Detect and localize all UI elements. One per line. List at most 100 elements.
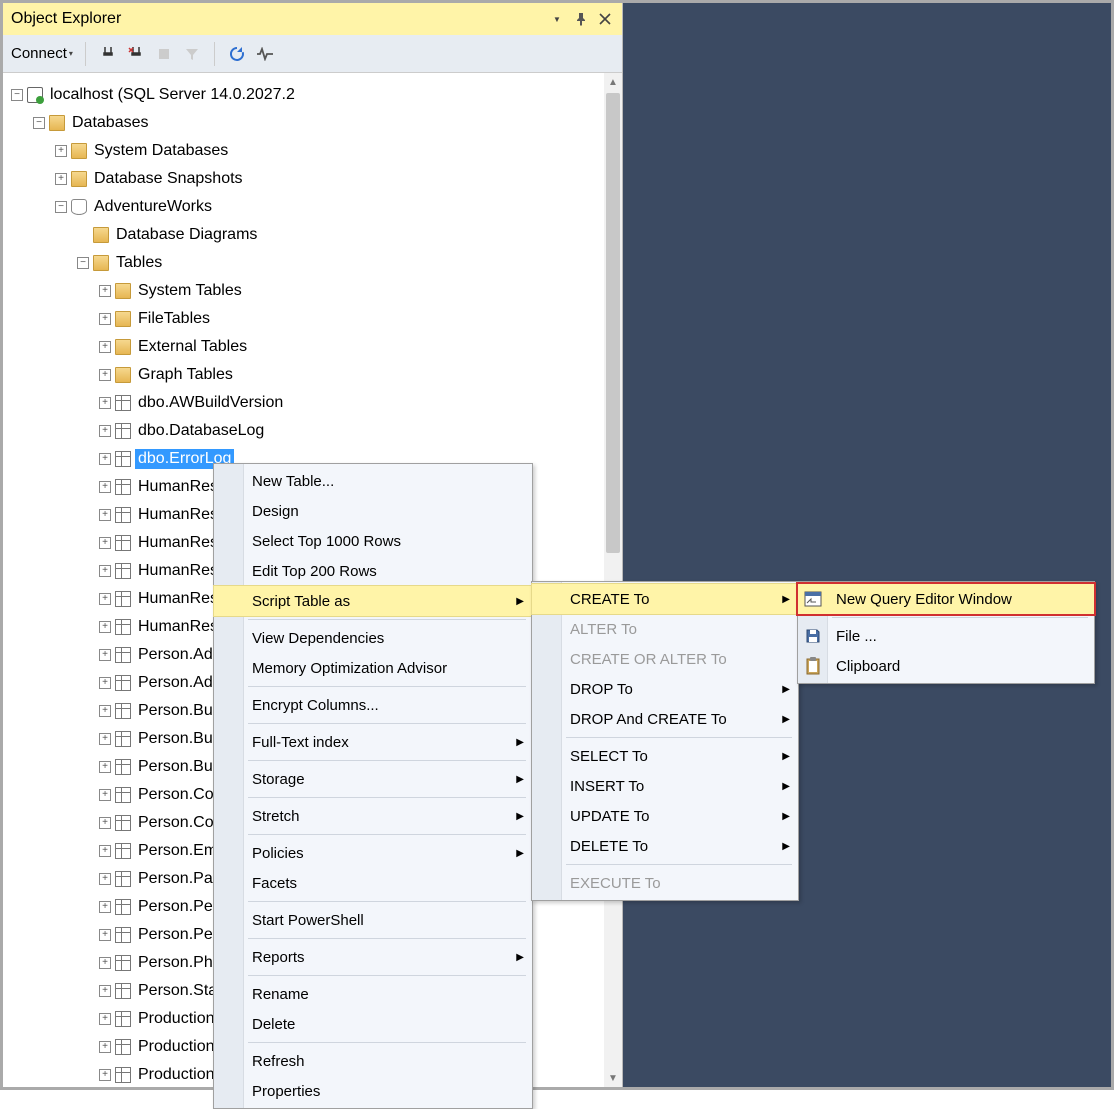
expand-icon[interactable]: + [99,649,111,661]
menu-item-select-to[interactable]: SELECT To▶ [532,741,798,771]
menu-item-script-table-as[interactable]: Script Table as▶ [214,586,532,616]
scroll-down-icon[interactable]: ▼ [604,1069,622,1087]
activity-icon[interactable] [255,44,275,64]
menu-item-start-powershell[interactable]: Start PowerShell [214,905,532,935]
menu-item-update-to[interactable]: UPDATE To▶ [532,801,798,831]
menu-item-drop-to[interactable]: DROP To▶ [532,674,798,704]
menu-item-storage[interactable]: Storage▶ [214,764,532,794]
expand-icon[interactable]: + [99,705,111,717]
expand-icon[interactable]: + [99,285,111,297]
menu-item-edit-top[interactable]: Edit Top 200 Rows [214,556,532,586]
expand-icon[interactable]: + [99,761,111,773]
tree-node[interactable]: + External Tables [11,333,622,361]
close-icon[interactable] [596,10,614,28]
menu-item-facets[interactable]: Facets [214,868,532,898]
table-icon [115,703,131,719]
expand-icon[interactable]: + [99,733,111,745]
expand-icon[interactable]: + [99,509,111,521]
menu-item-refresh[interactable]: Refresh [214,1046,532,1076]
menu-item-delete-to[interactable]: DELETE To▶ [532,831,798,861]
expand-icon[interactable]: + [99,901,111,913]
expand-icon[interactable]: + [99,313,111,325]
menu-item-encrypt-columns[interactable]: Encrypt Columns... [214,690,532,720]
disconnect-icon[interactable] [126,44,146,64]
tree-node-table[interactable]: +dbo.DatabaseLog [11,417,622,445]
expand-icon[interactable]: + [99,621,111,633]
menu-item-view-dependencies[interactable]: View Dependencies [214,623,532,653]
expand-icon[interactable]: + [99,677,111,689]
expand-icon[interactable]: + [99,425,111,437]
table-icon [115,955,131,971]
menu-item-select-top[interactable]: Select Top 1000 Rows [214,526,532,556]
tree-node[interactable]: + Database Snapshots [11,165,622,193]
expand-icon[interactable]: + [99,369,111,381]
collapse-icon[interactable]: − [11,89,23,101]
expand-icon[interactable]: + [99,873,111,885]
expand-icon[interactable]: + [99,593,111,605]
expand-icon[interactable]: + [99,1069,111,1081]
expand-icon[interactable]: + [99,1041,111,1053]
expand-icon[interactable]: + [99,341,111,353]
connect-icon[interactable] [98,44,118,64]
table-icon [115,1067,131,1083]
menu-item-stretch[interactable]: Stretch▶ [214,801,532,831]
stop-icon[interactable] [154,44,174,64]
pin-icon[interactable] [572,10,590,28]
chevron-right-icon: ▶ [782,781,790,792]
menu-item-delete[interactable]: Delete [214,1009,532,1039]
menu-item-create-to[interactable]: CREATE To▶ [532,584,798,614]
expand-icon[interactable]: + [99,565,111,577]
tree-node[interactable]: + FileTables [11,305,622,333]
scroll-thumb[interactable] [606,93,620,553]
expand-icon[interactable]: + [99,397,111,409]
expand-icon[interactable]: + [99,453,111,465]
tree-node-label: HumanRes [135,561,221,581]
table-icon [115,787,131,803]
menu-item-policies[interactable]: Policies▶ [214,838,532,868]
expand-icon[interactable]: + [99,789,111,801]
tree-node[interactable]: + System Tables [11,277,622,305]
collapse-icon[interactable]: − [55,201,67,213]
tree-node-label: Person.Bus [135,729,224,749]
expand-icon[interactable]: + [55,145,67,157]
refresh-icon[interactable] [227,44,247,64]
menu-item-drop-and-create-to[interactable]: DROP And CREATE To▶ [532,704,798,734]
tree-node[interactable]: + Graph Tables [11,361,622,389]
tree-node-table[interactable]: +dbo.AWBuildVersion [11,389,622,417]
tree-node-adventureworks[interactable]: − AdventureWorks [11,193,622,221]
expand-icon[interactable]: + [55,173,67,185]
expand-icon[interactable]: + [99,817,111,829]
connect-button[interactable]: Connect▾ [11,45,73,62]
collapse-icon[interactable]: − [77,257,89,269]
tree-node-tables[interactable]: − Tables [11,249,622,277]
tree-node[interactable]: Database Diagrams [11,221,622,249]
expand-icon[interactable]: + [99,929,111,941]
expand-icon[interactable]: + [99,845,111,857]
menu-item-properties[interactable]: Properties [214,1076,532,1106]
scroll-up-icon[interactable]: ▲ [604,73,622,91]
filter-icon[interactable] [182,44,202,64]
chevron-right-icon: ▶ [782,841,790,852]
menu-item-rename[interactable]: Rename [214,979,532,1009]
expand-icon[interactable]: + [99,481,111,493]
menu-item-memory-optimization[interactable]: Memory Optimization Advisor [214,653,532,683]
tree-node-databases[interactable]: − Databases [11,109,622,137]
menu-item-clipboard[interactable]: Clipboard [798,651,1094,681]
tree-node-server[interactable]: − localhost (SQL Server 14.0.2027.2 [11,81,622,109]
folder-icon [115,339,131,355]
tree-node[interactable]: + System Databases [11,137,622,165]
dropdown-icon[interactable]: ▼ [548,10,566,28]
menu-item-design[interactable]: Design [214,496,532,526]
vertical-scrollbar[interactable]: ▲ ▼ [604,73,622,1087]
menu-item-new-query-editor[interactable]: New Query Editor Window [798,584,1094,614]
menu-item-insert-to[interactable]: INSERT To▶ [532,771,798,801]
collapse-icon[interactable]: − [33,117,45,129]
expand-icon[interactable]: + [99,957,111,969]
expand-icon[interactable]: + [99,985,111,997]
menu-item-new-table[interactable]: New Table... [214,466,532,496]
expand-icon[interactable]: + [99,1013,111,1025]
menu-item-fulltext-index[interactable]: Full-Text index▶ [214,727,532,757]
menu-item-reports[interactable]: Reports▶ [214,942,532,972]
menu-item-file[interactable]: File ... [798,621,1094,651]
expand-icon[interactable]: + [99,537,111,549]
